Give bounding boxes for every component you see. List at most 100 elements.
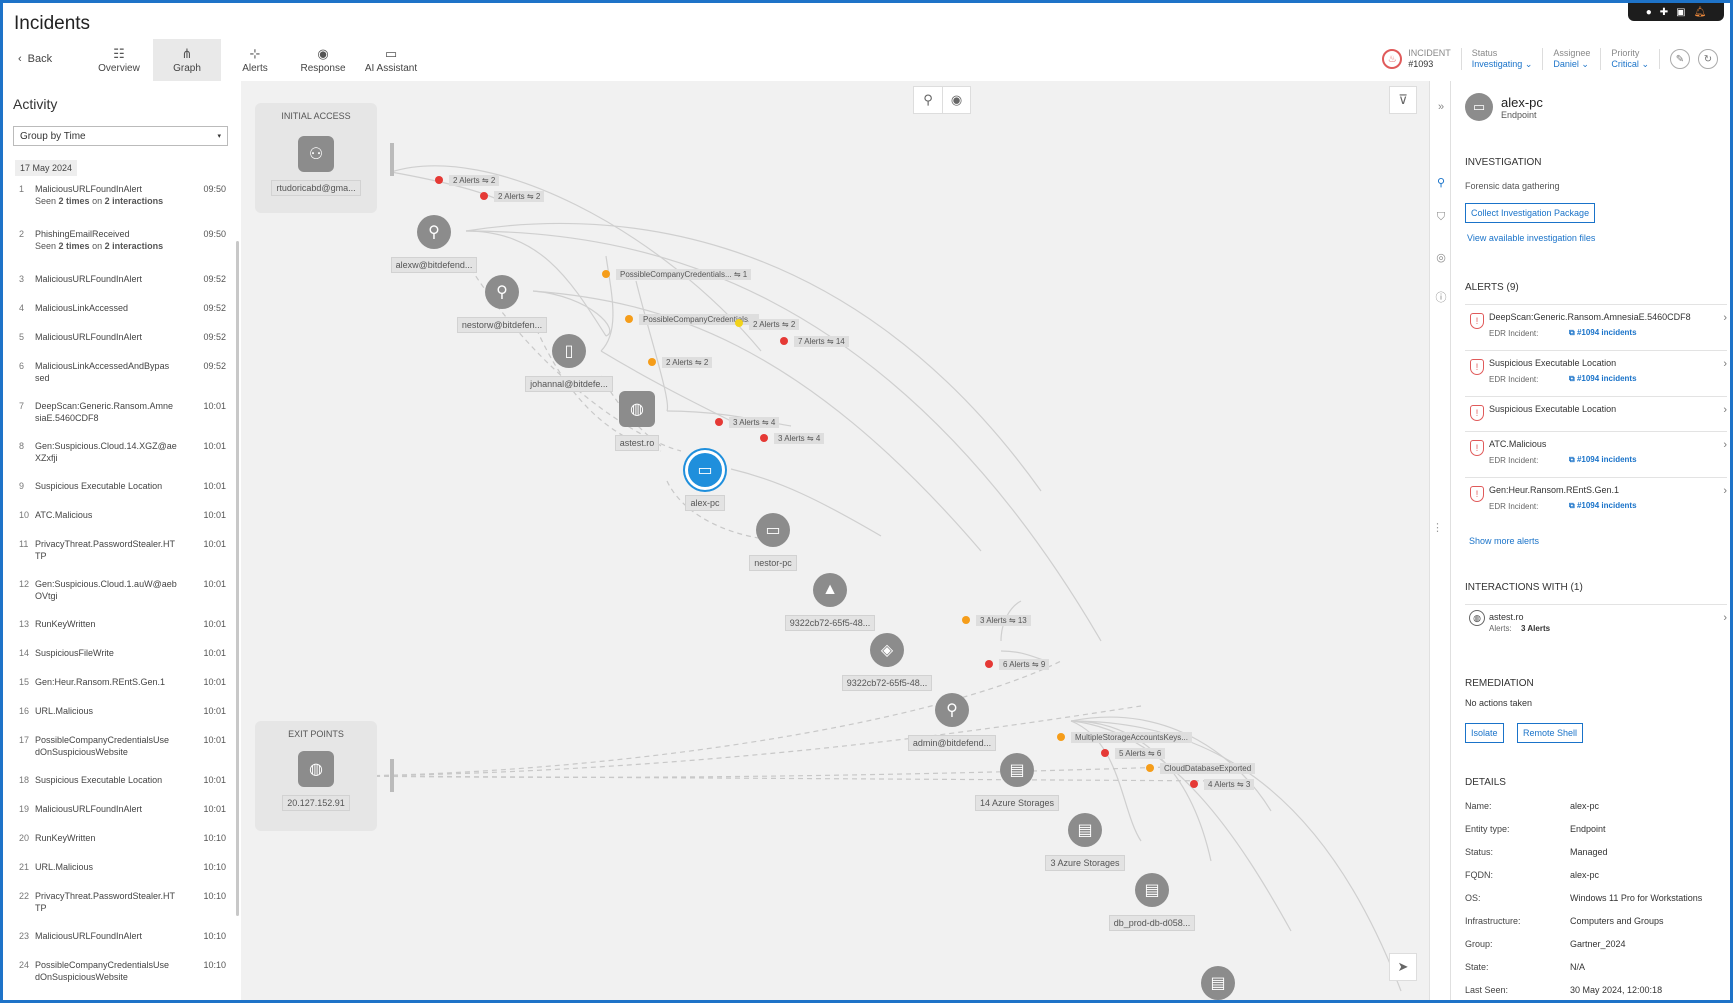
shield-icon[interactable]: ⛉ bbox=[1430, 211, 1452, 224]
list-item[interactable]: 3 MaliciousURLFoundInAlert 09:52 bbox=[13, 273, 226, 302]
graph-canvas[interactable]: INITIAL ACCESS ⚇ rtudoricabd@gma... EXIT … bbox=[241, 81, 1429, 1000]
alert-dot[interactable] bbox=[1057, 733, 1065, 741]
back-button[interactable]: ‹ Back bbox=[18, 53, 52, 65]
list-item[interactable]: 4 MaliciousLinkAccessed 09:52 bbox=[13, 302, 226, 331]
list-item[interactable]: 10 ATC.Malicious 10:01 bbox=[13, 509, 226, 538]
alert-tag[interactable]: 6 Alerts ⇋ 9 bbox=[999, 659, 1050, 670]
alert-dot[interactable] bbox=[1190, 780, 1198, 788]
node-db-prod[interactable]: ▤ db_prod-db-d058... bbox=[1092, 873, 1212, 931]
list-item[interactable]: 6 MaliciousLinkAccessedAndBypas sed 09:52 bbox=[13, 360, 226, 400]
alert-row[interactable]: ! ATC.Malicious EDR Incident: ⧉ #1094 incid… bbox=[1465, 431, 1727, 477]
alert-dot[interactable] bbox=[625, 315, 633, 323]
alert-tag[interactable]: CloudDatabaseExported bbox=[1160, 763, 1256, 774]
node-user-nestorw[interactable]: ⚲ nestorw@bitdefen... bbox=[442, 275, 562, 333]
alert-tag[interactable]: MultipleStorageAccountsKeys... bbox=[1071, 732, 1192, 743]
alert-tag[interactable]: 3 Alerts ⇋ 4 bbox=[774, 433, 825, 444]
list-item[interactable]: 16 URL.Malicious 10:01 bbox=[13, 705, 226, 734]
list-item[interactable]: 23 MaliciousURLFoundInAlert 10:10 bbox=[13, 930, 226, 959]
search-icon[interactable]: ⚲ bbox=[914, 87, 942, 113]
list-item[interactable]: 21 URL.Malicious 10:10 bbox=[13, 861, 226, 890]
list-item[interactable]: 22 PrivacyThreat.PasswordStealer.HT TP 10:… bbox=[13, 890, 226, 930]
list-item[interactable]: 20 RunKeyWritten 10:10 bbox=[13, 832, 226, 861]
node-user-rtudoricabd[interactable]: ⚇ rtudoricabd@gma... bbox=[255, 136, 377, 196]
node-user-admin[interactable]: ⚲ admin@bitdefend... bbox=[892, 693, 1012, 751]
assignee-dropdown[interactable]: Assignee Daniel ⌄ bbox=[1542, 48, 1600, 70]
alert-dot[interactable] bbox=[648, 358, 656, 366]
alert-row[interactable]: ! DeepScan:Generic.Ransom.AmnesiaE.5460CD… bbox=[1465, 304, 1727, 350]
alert-tag[interactable]: 2 Alerts ⇋ 2 bbox=[494, 191, 545, 202]
show-more-alerts-link[interactable]: Show more alerts bbox=[1469, 536, 1539, 546]
alert-dot[interactable] bbox=[602, 270, 610, 278]
node-user-alexw[interactable]: ⚲ alexw@bitdefend... bbox=[374, 215, 494, 273]
activity-scrollbar[interactable] bbox=[236, 241, 239, 916]
list-item[interactable]: 13 RunKeyWritten 10:01 bbox=[13, 618, 226, 647]
node-endpoint-alex-pc[interactable]: ▭ alex-pc bbox=[645, 453, 765, 511]
list-item[interactable]: 12 Gen:Suspicious.Cloud.1.auW@aeb OVtgi 10… bbox=[13, 578, 226, 618]
list-item[interactable]: 5 MaliciousURLFoundInAlert 09:52 bbox=[13, 331, 226, 360]
status-dropdown[interactable]: Status Investigating ⌄ bbox=[1460, 48, 1543, 70]
filter-icon[interactable]: ⊽ bbox=[1389, 86, 1417, 114]
alert-dot[interactable] bbox=[435, 176, 443, 184]
investigation-icon[interactable]: ⚲ bbox=[1430, 176, 1452, 189]
list-item[interactable]: 15 Gen:Heur.Ransom.REntS.Gen.1 10:01 bbox=[13, 676, 226, 705]
tab-ai-assistant[interactable]: ▭ AI Assistant bbox=[357, 39, 425, 81]
tab-graph[interactable]: ⋔ Graph bbox=[153, 39, 221, 81]
node-user-johannal[interactable]: ▯ johannal@bitdefe... bbox=[509, 334, 629, 392]
list-item[interactable]: 11 PrivacyThreat.PasswordStealer.HT TP 10:… bbox=[13, 538, 226, 578]
list-item[interactable]: 17 PossibleCompanyCredentialsUse dOnSuspi… bbox=[13, 734, 226, 774]
list-item[interactable]: 2 PhishingEmailReceived Seen 2 times on 2 … bbox=[13, 228, 226, 273]
alert-tag[interactable]: 7 Alerts ⇋ 14 bbox=[794, 336, 849, 347]
alert-tag[interactable]: 3 Alerts ⇋ 13 bbox=[976, 615, 1031, 626]
list-item[interactable]: 9 Suspicious Executable Location 10:01 bbox=[13, 480, 226, 509]
node-storage-partial[interactable]: ▤ bbox=[1158, 966, 1278, 1000]
alert-dot[interactable] bbox=[1101, 749, 1109, 757]
list-item[interactable]: 7 DeepScan:Generic.Ransom.Amne siaE.5460C… bbox=[13, 400, 226, 440]
alert-tag[interactable]: PossibleCompanyCredentials... ⇋ 1 bbox=[616, 269, 752, 280]
eye-icon[interactable]: ◎ bbox=[1430, 251, 1452, 264]
list-item[interactable]: 18 Suspicious Executable Location 10:01 bbox=[13, 774, 226, 803]
edit-icon[interactable]: ✎ bbox=[1670, 49, 1690, 69]
node-ip-20-127-152-91[interactable]: ◍ 20.127.152.91 bbox=[255, 751, 377, 811]
alert-dot[interactable] bbox=[735, 319, 743, 327]
alert-tag[interactable]: 2 Alerts ⇋ 2 bbox=[449, 175, 500, 186]
alert-row[interactable]: ! Suspicious Executable Location › bbox=[1465, 396, 1727, 430]
notifications-icon[interactable]: 🔔︎ bbox=[1694, 7, 1707, 18]
collect-package-button[interactable]: Collect Investigation Package bbox=[1465, 203, 1596, 223]
priority-dropdown[interactable]: Priority Critical ⌄ bbox=[1600, 48, 1659, 70]
navigate-icon[interactable]: ➤ bbox=[1389, 953, 1417, 981]
node-azure-storages-3[interactable]: ▤ 3 Azure Storages bbox=[1025, 813, 1145, 871]
alert-dot[interactable] bbox=[985, 660, 993, 668]
alert-row[interactable]: ! Suspicious Executable Location EDR Incid… bbox=[1465, 350, 1727, 396]
alert-tag[interactable]: 4 Alerts ⇋ 3 bbox=[1204, 779, 1255, 790]
tab-overview[interactable]: ☷ Overview bbox=[85, 39, 153, 81]
node-cloud-app-1[interactable]: ▲ 9322cb72-65f5-48... bbox=[770, 573, 890, 631]
account-icon[interactable]: ● bbox=[1646, 7, 1652, 18]
alert-tag[interactable]: 2 Alerts ⇋ 2 bbox=[662, 357, 713, 368]
node-domain-astest[interactable]: ◍ astest.ro bbox=[577, 391, 697, 451]
alert-tag[interactable]: 5 Alerts ⇋ 6 bbox=[1115, 748, 1166, 759]
gift-icon[interactable]: ▣ bbox=[1676, 7, 1685, 18]
list-item[interactable]: 24 PossibleCompanyCredentialsUse dOnSuspi… bbox=[13, 959, 226, 999]
view-files-link[interactable]: View available investigation files bbox=[1467, 233, 1595, 243]
tab-response[interactable]: ◉ Response bbox=[289, 39, 357, 81]
alert-dot[interactable] bbox=[780, 337, 788, 345]
alert-dot[interactable] bbox=[715, 418, 723, 426]
alert-dot[interactable] bbox=[480, 192, 488, 200]
remote-shell-button[interactable]: Remote Shell bbox=[1517, 723, 1584, 743]
alert-dot[interactable] bbox=[962, 616, 970, 624]
info-icon[interactable]: ⓘ bbox=[1430, 289, 1452, 305]
alert-dot[interactable] bbox=[760, 434, 768, 442]
node-endpoint-nestor-pc[interactable]: ▭ nestor-pc bbox=[713, 513, 833, 571]
alert-tag[interactable]: 3 Alerts ⇋ 4 bbox=[729, 417, 780, 428]
collapse-icon[interactable]: » bbox=[1430, 101, 1452, 113]
node-azure-storages-14[interactable]: ▤ 14 Azure Storages bbox=[957, 753, 1077, 811]
list-item[interactable]: 14 SuspiciousFileWrite 10:01 bbox=[13, 647, 226, 676]
interaction-row[interactable]: ◍ astest.ro Alerts: 3 Alerts › bbox=[1465, 604, 1727, 640]
list-item[interactable]: 19 MaliciousURLFoundInAlert 10:01 bbox=[13, 803, 226, 832]
resize-handle[interactable]: ⋮ bbox=[1432, 521, 1443, 534]
alert-dot[interactable] bbox=[1146, 764, 1154, 772]
group-by-select[interactable]: Group by Time ▾ bbox=[13, 126, 228, 146]
tab-alerts[interactable]: ⊹ Alerts bbox=[221, 39, 289, 81]
node-cloud-resource-1[interactable]: ◈ 9322cb72-65f5-48... bbox=[827, 633, 947, 691]
help-icon[interactable]: ✚ bbox=[1660, 7, 1668, 18]
